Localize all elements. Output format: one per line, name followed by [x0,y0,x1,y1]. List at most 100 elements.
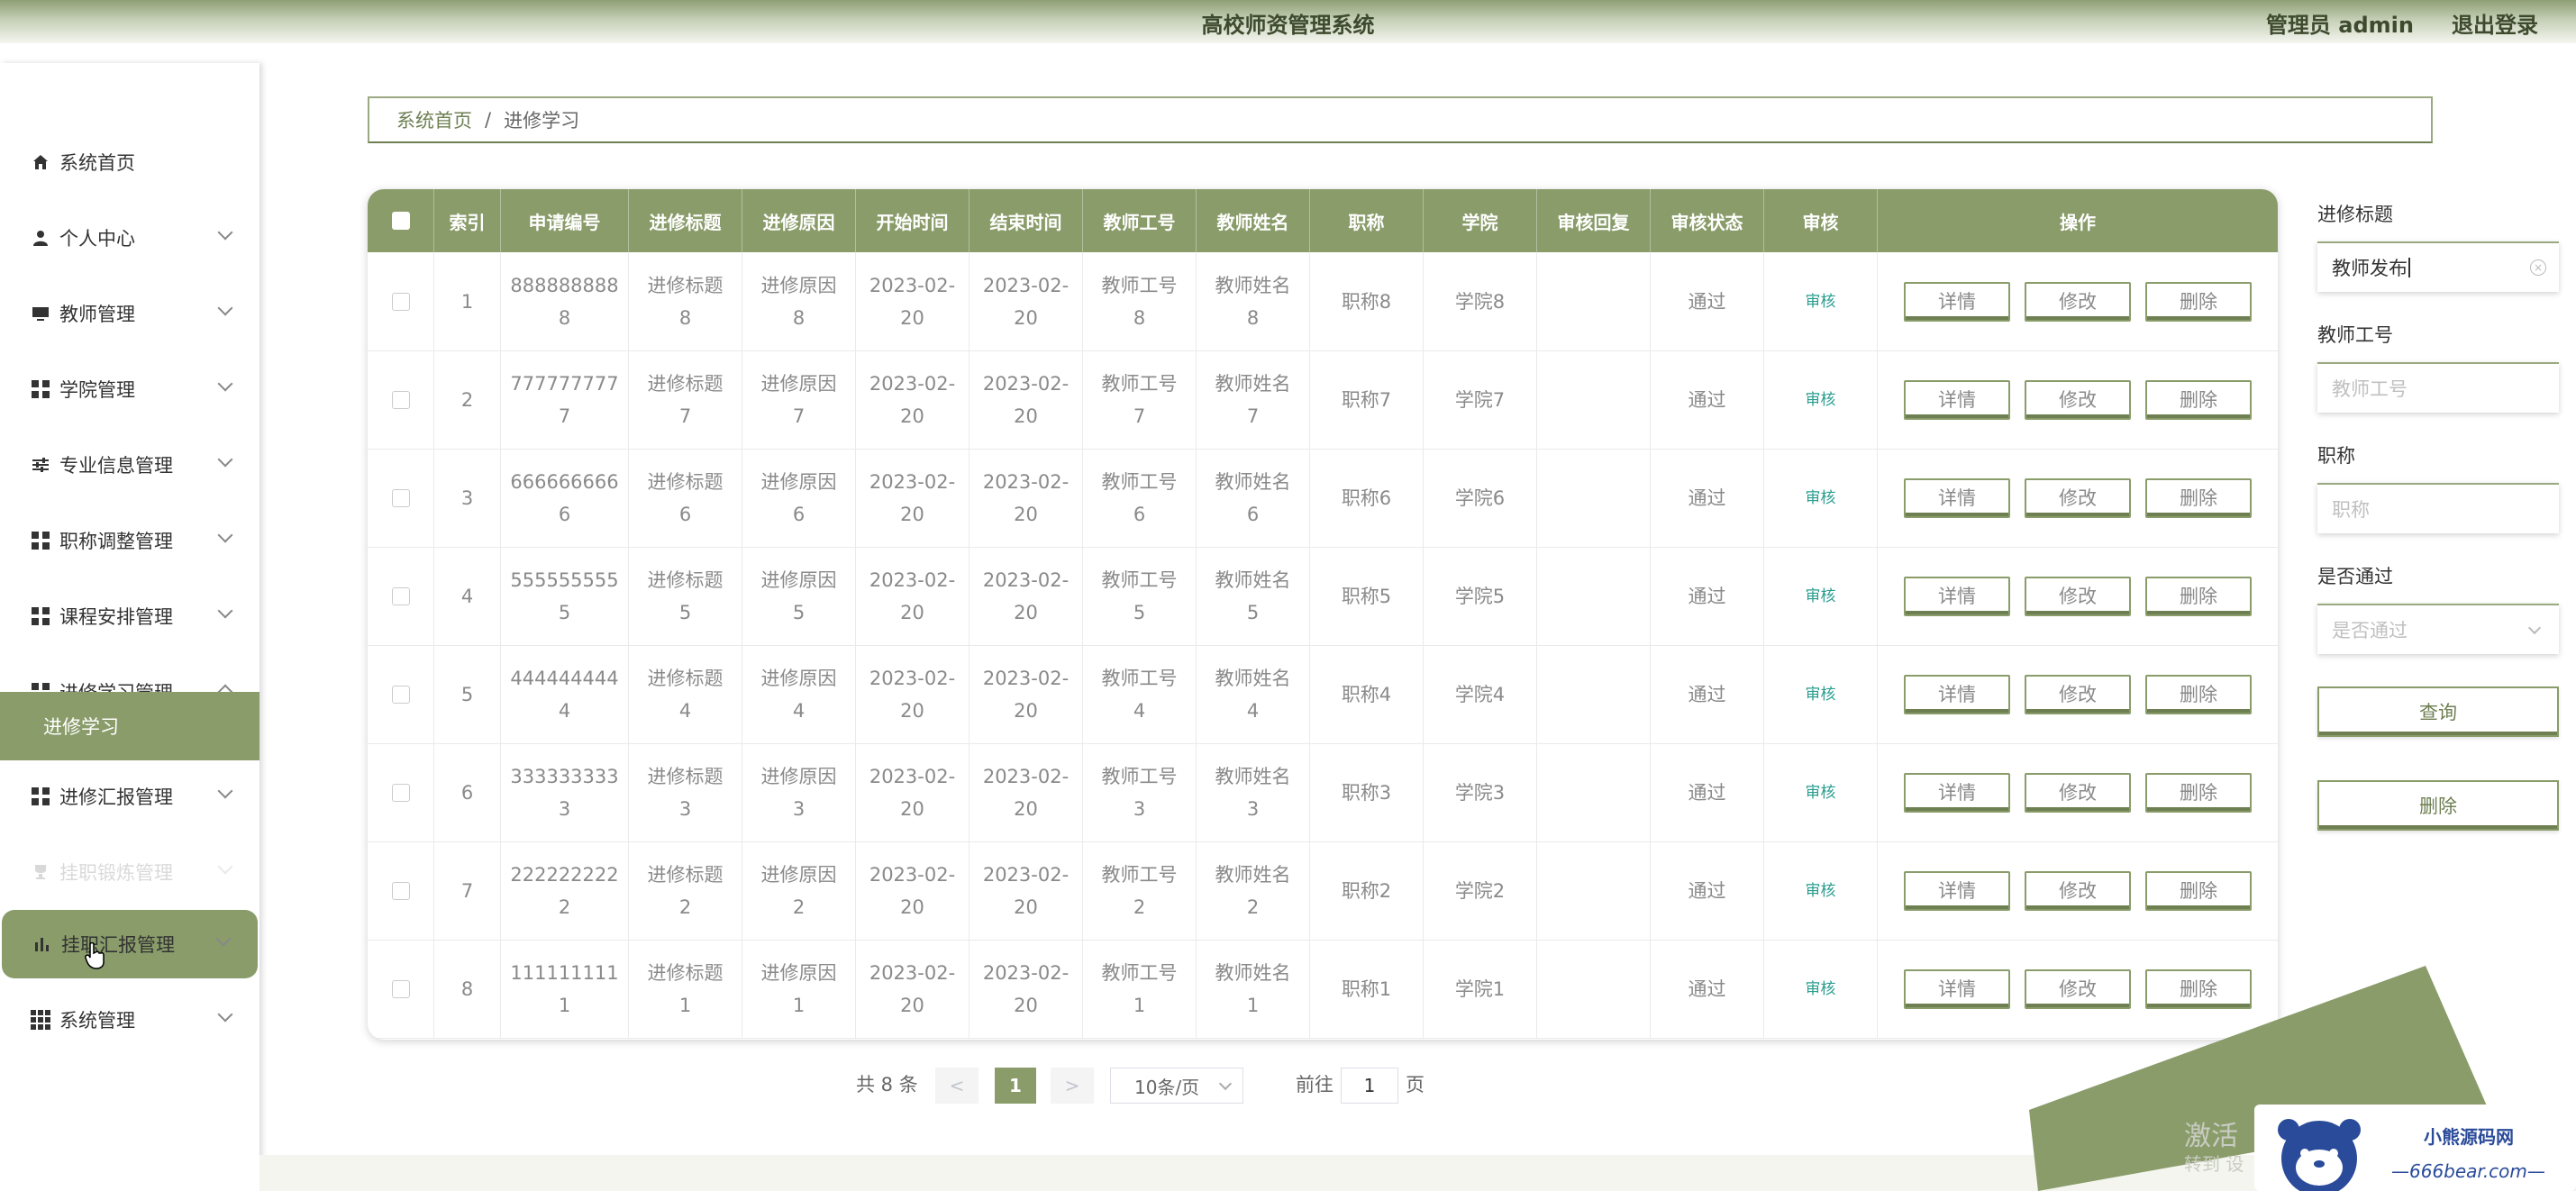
audit-link[interactable]: 审核 [1806,678,1836,711]
pagination-prev[interactable]: < [935,1068,979,1104]
sidebar-subitem-study[interactable]: 进修学习 [0,692,259,760]
row-checkbox[interactable] [391,881,410,900]
audit-link[interactable]: 审核 [1806,286,1836,318]
detail-button[interactable]: 详情 [1904,870,2010,911]
delete-button[interactable]: 删除 [2145,576,2252,616]
detail-button[interactable]: 详情 [1904,772,2010,813]
audit-link[interactable]: 审核 [1806,384,1836,416]
sidebar-item-system[interactable]: 系统管理 [0,986,259,1054]
edit-button[interactable]: 修改 [2025,379,2131,420]
breadcrumb-home[interactable]: 系统首页 [396,106,472,133]
row-cell-audit: 审核 [1764,940,1878,1038]
detail-button[interactable]: 详情 [1904,477,2010,518]
row-cell-college: 学院6 [1424,449,1537,547]
row-cell-tid: 教师工号 7 [1083,350,1197,449]
search-pass-select[interactable]: 是否通过 [2317,604,2559,654]
row-checkbox[interactable] [391,685,410,704]
sidebar-item-courses[interactable]: 课程安排管理 [0,582,259,650]
bear-logo-icon [2278,1119,2361,1191]
search-rank-input[interactable]: 职称 [2317,483,2559,533]
delete-button[interactable]: 删除 [2145,379,2252,420]
sidebar-item-home[interactable]: 系统首页 [0,128,259,196]
sidebar-item-majors[interactable]: 专业信息管理 [0,431,259,499]
home-icon [31,152,50,172]
row-cell-audit: 审核 [1764,645,1878,743]
detail-button[interactable]: 详情 [1904,674,2010,714]
pagination-page[interactable]: 1 [995,1068,1036,1104]
row-checkbox[interactable] [391,390,410,409]
audit-link[interactable]: 审核 [1806,875,1836,907]
row-checkbox[interactable] [391,783,410,802]
row-cell-end: 2023-02- 20 [969,940,1083,1038]
edit-button[interactable]: 修改 [2025,281,2131,322]
edit-button[interactable]: 修改 [2025,870,2131,911]
row-checkbox[interactable] [391,979,410,998]
search-tid-label: 教师工号 [2317,324,2393,346]
row-cell-code: 666666666 6 [501,449,629,547]
chevron-down-icon [1218,1077,1233,1091]
sidebar-item-secondment[interactable]: 挂职锻炼管理 [0,838,259,906]
row-cell-rank: 职称5 [1310,547,1424,645]
edit-button[interactable]: 修改 [2025,674,2131,714]
row-cell-code: 555555555 5 [501,547,629,645]
row-checkbox[interactable] [391,292,410,311]
audit-link[interactable]: 审核 [1806,482,1836,514]
row-cell-reason: 进修原因 8 [742,252,856,350]
clear-icon[interactable]: × [2530,259,2546,276]
search-pass-placeholder: 是否通过 [2332,620,2408,641]
row-actions: 详情 修改 删除 [1878,350,2278,449]
detail-button[interactable]: 详情 [1904,379,2010,420]
apps-icon [31,1010,50,1030]
goto-input[interactable]: 1 [1341,1068,1398,1104]
delete-button[interactable]: 删除 [2145,772,2252,813]
row-cell-reply [1537,645,1651,743]
sidebar-item-titles[interactable]: 职称调整管理 [0,506,259,575]
row-cell-tid: 教师工号 2 [1083,841,1197,940]
batch-delete-button[interactable]: 删除 [2317,780,2559,831]
search-pass-label: 是否通过 [2317,566,2393,587]
row-cell-college: 学院7 [1424,350,1537,449]
row-cell-end: 2023-02- 20 [969,350,1083,449]
audit-link[interactable]: 审核 [1806,777,1836,809]
chevron-down-icon [2527,621,2542,635]
pagination-next[interactable]: > [1051,1068,1094,1104]
edit-button[interactable]: 修改 [2025,576,2131,616]
sidebar-item-label: 职称调整管理 [59,531,173,552]
sidebar-item-study-report[interactable]: 进修汇报管理 [0,762,259,831]
row-checkbox[interactable] [391,488,410,507]
delete-button[interactable]: 删除 [2145,870,2252,911]
row-cell-tname: 教师姓名 7 [1197,350,1310,449]
logout-link[interactable]: 退出登录 [2452,7,2538,39]
search-tid-input[interactable]: 教师工号 [2317,362,2559,413]
page-size-select[interactable]: 10条/页 [1110,1068,1243,1104]
detail-button[interactable]: 详情 [1904,576,2010,616]
column-header: 操作 [2060,211,2096,233]
query-button[interactable]: 查询 [2317,686,2559,737]
search-title-value: 教师发布 [2332,258,2408,279]
sidebar-item-colleges[interactable]: 学院管理 [0,355,259,423]
row-cell-title: 进修标题 3 [629,743,742,841]
row-cell-reply [1537,547,1651,645]
delete-button[interactable]: 删除 [2145,674,2252,714]
delete-button[interactable]: 删除 [2145,281,2252,322]
search-title-input[interactable]: 教师发布 × [2317,241,2559,292]
sidebar-item-secondment-report[interactable]: 挂职汇报管理 [2,910,258,978]
row-cell-tname: 教师姓名 1 [1197,940,1310,1038]
detail-button[interactable]: 详情 [1904,968,2010,1009]
audit-link[interactable]: 审核 [1806,973,1836,1005]
row-cell-title: 进修标题 6 [629,449,742,547]
row-cell-reason: 进修原因 4 [742,645,856,743]
breadcrumb: 系统首页 / 进修学习 [368,96,2433,143]
edit-button[interactable]: 修改 [2025,772,2131,813]
audit-link[interactable]: 审核 [1806,580,1836,613]
sidebar-item-teachers[interactable]: 教师管理 [0,279,259,348]
chevron-down-icon [217,527,233,543]
select-all-checkbox[interactable] [391,212,410,230]
detail-button[interactable]: 详情 [1904,281,2010,322]
delete-button[interactable]: 删除 [2145,477,2252,518]
sidebar-item-personal[interactable]: 个人中心 [0,204,259,272]
row-cell-end: 2023-02- 20 [969,547,1083,645]
edit-button[interactable]: 修改 [2025,477,2131,518]
row-checkbox[interactable] [391,586,410,605]
row-checkbox-cell [368,940,434,1038]
